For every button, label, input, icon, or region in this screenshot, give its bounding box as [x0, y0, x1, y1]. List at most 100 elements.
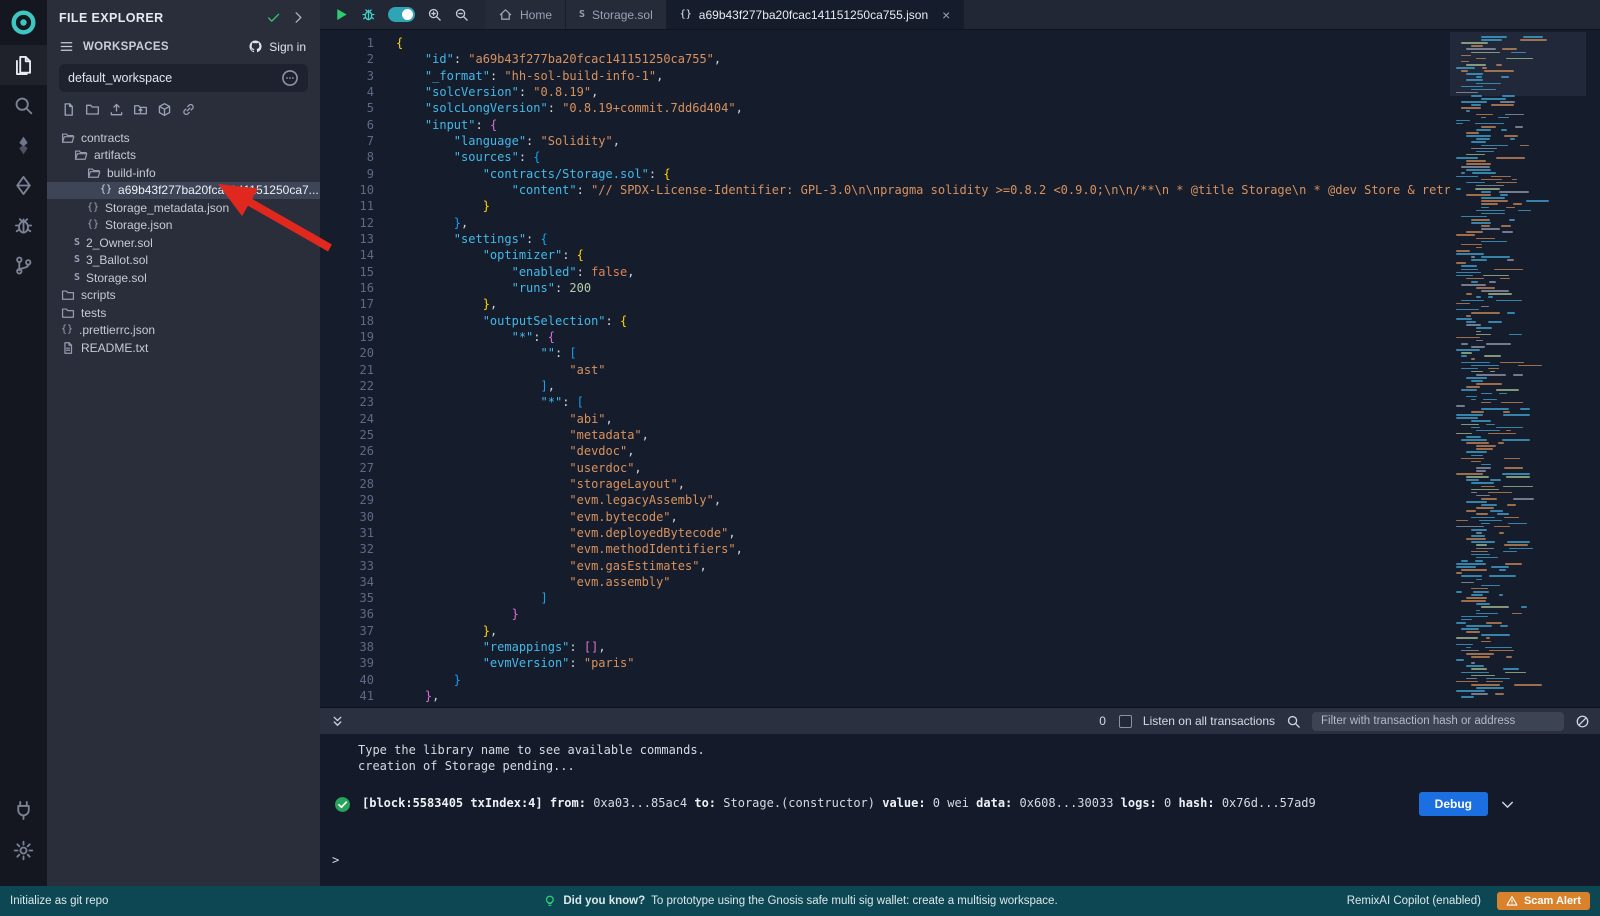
create-file-icon[interactable] [61, 102, 76, 117]
upload-folder-icon[interactable] [133, 102, 148, 117]
scam-alert-badge[interactable]: Scam Alert [1497, 892, 1590, 910]
workspace-select[interactable]: default_workspace [59, 64, 308, 92]
panel-title: FILE EXPLORER [59, 11, 256, 25]
line-number: 18 [320, 313, 374, 329]
terminal-log-line: creation of Storage pending... [358, 759, 1600, 775]
activity-source-control-button[interactable] [0, 245, 47, 285]
file-type-icon: {} [100, 185, 112, 195]
code-line: 34 "evm.assembly" [320, 574, 1600, 590]
workspaces-label: WORKSPACES [83, 41, 239, 53]
editor-controls [320, 0, 485, 29]
listen-all-checkbox[interactable] [1119, 715, 1132, 728]
upload-file-icon[interactable] [109, 102, 124, 117]
tree-item-prettierrc-json[interactable]: {}.prettierrc.json [47, 322, 320, 340]
tab-home[interactable]: Home [485, 0, 566, 29]
tab-strip: HomeSStorage.sol{}a69b43f277ba20fcac1411… [485, 0, 964, 29]
plugin-manager-icon [13, 800, 34, 821]
line-number: 41 [320, 688, 374, 704]
debug-button[interactable]: Debug [1419, 792, 1488, 816]
code-line: 24 "abi", [320, 411, 1600, 427]
file-type-icon: S [74, 273, 80, 283]
tab-a69b43f277ba20fcac141151250ca755-json[interactable]: {}a69b43f277ba20fcac141151250ca755.json× [667, 0, 965, 29]
tree-item-3-ballot-sol[interactable]: S3_Ballot.sol [47, 252, 320, 270]
minimap[interactable] [1450, 30, 1600, 707]
line-number: 12 [320, 215, 374, 231]
activity-search-button[interactable] [0, 85, 47, 125]
copilot-status[interactable]: RemixAI Copilot (enabled) [1347, 895, 1481, 907]
solidity-compiler-icon [13, 135, 34, 156]
debugger-icon [13, 215, 34, 236]
settings-icon [13, 840, 34, 861]
filter-input[interactable] [1312, 712, 1564, 731]
tree-item-label: tests [81, 306, 106, 320]
tree-item-storage-sol[interactable]: SStorage.sol [47, 269, 320, 287]
run-script-button[interactable] [334, 7, 349, 22]
sign-in-button[interactable]: Sign in [248, 39, 306, 54]
tree-item-contracts[interactable]: contracts [47, 129, 320, 147]
tree-item-a69b43f277ba20fcac141151250ca7[interactable]: {} a69b43f277ba20fcac141151250ca7... [47, 182, 320, 200]
line-number: 1 [320, 35, 374, 51]
terminal-body: Type the library name to see available c… [320, 734, 1600, 886]
tree-item-artifacts[interactable]: artifacts [47, 147, 320, 165]
workspace-options-icon[interactable] [281, 69, 299, 87]
remix-logo[interactable] [10, 9, 37, 41]
tree-item-tests[interactable]: tests [47, 304, 320, 322]
tree-item-readme-txt[interactable]: README.txt [47, 339, 320, 357]
terminal-log-line: Type the library name to see available c… [358, 743, 1600, 759]
line-number: 40 [320, 672, 374, 688]
deploy-and-run-icon [13, 175, 34, 196]
terminal-prompt[interactable]: > [332, 853, 339, 869]
line-number: 37 [320, 623, 374, 639]
close-icon[interactable]: × [942, 8, 950, 22]
tree-item-scripts[interactable]: scripts [47, 287, 320, 305]
activity-bar-bottom-items [0, 790, 47, 870]
line-number: 23 [320, 394, 374, 410]
code-line: 14 "optimizer": { [320, 247, 1600, 263]
create-folder-icon[interactable] [85, 102, 100, 117]
activity-debugger-button[interactable] [0, 205, 47, 245]
debug-button[interactable] [361, 7, 376, 22]
code-line: 7 "language": "Solidity", [320, 133, 1600, 149]
publish-to-ipfs-icon[interactable] [157, 102, 172, 117]
code-editor[interactable]: 1{2 "id": "a69b43f277ba20fcac141151250ca… [320, 30, 1600, 707]
did-you-know-tip: Did you know? To prototype using the Gno… [542, 894, 1057, 909]
code-line: 37 }, [320, 623, 1600, 639]
terminal-header: 0 Listen on all transactions [320, 708, 1600, 734]
tree-item-storage-metadata-json[interactable]: {}Storage_metadata.json [47, 199, 320, 217]
code-line: 13 "settings": { [320, 231, 1600, 247]
publish-to-gist-icon[interactable] [181, 102, 196, 117]
collapse-terminal-button[interactable] [330, 714, 345, 729]
activity-solidity-compiler-button[interactable] [0, 125, 47, 165]
main-area: HomeSStorage.sol{}a69b43f277ba20fcac1411… [320, 0, 1600, 886]
activity-plugin-manager-button[interactable] [0, 790, 47, 830]
activity-deploy-and-run-button[interactable] [0, 165, 47, 205]
editor-mode-toggle[interactable] [388, 7, 415, 22]
tree-item-2-owner-sol[interactable]: S2_Owner.sol [47, 234, 320, 252]
folder-icon [61, 288, 75, 302]
tree-item-label: Storage_metadata.json [105, 201, 229, 215]
activity-file-explorer-button[interactable] [0, 45, 47, 85]
tree-item-storage-json[interactable]: {}Storage.json [47, 217, 320, 235]
clear-console-icon[interactable] [1575, 714, 1590, 729]
hamburger-menu-icon[interactable] [59, 39, 74, 54]
tab-label: a69b43f277ba20fcac141151250ca755.json [699, 8, 928, 22]
tree-item-label: a69b43f277ba20fcac141151250ca7... [118, 183, 319, 197]
scam-alert-label: Scam Alert [1524, 895, 1581, 907]
expand-transaction-icon[interactable] [1499, 796, 1516, 813]
source-control-icon [13, 255, 34, 276]
git-init-button[interactable]: Initialize as git repo [0, 895, 108, 907]
tree-item-label: .prettierrc.json [79, 323, 155, 337]
code-line: 12 }, [320, 215, 1600, 231]
chevron-right-icon[interactable] [291, 10, 306, 25]
transaction-row[interactable]: [block:5583405 txIndex:4] from: 0xa03...… [334, 792, 1516, 816]
line-number: 6 [320, 117, 374, 133]
zoom-out-button[interactable] [454, 7, 469, 22]
status-bar-right: RemixAI Copilot (enabled) Scam Alert [1347, 892, 1600, 910]
activity-settings-button[interactable] [0, 830, 47, 870]
zoom-in-button[interactable] [427, 7, 442, 22]
tab-storage-sol[interactable]: SStorage.sol [566, 0, 667, 29]
line-number: 35 [320, 590, 374, 606]
line-number: 9 [320, 166, 374, 182]
tree-item-build-info[interactable]: build-info [47, 164, 320, 182]
line-number: 11 [320, 198, 374, 214]
